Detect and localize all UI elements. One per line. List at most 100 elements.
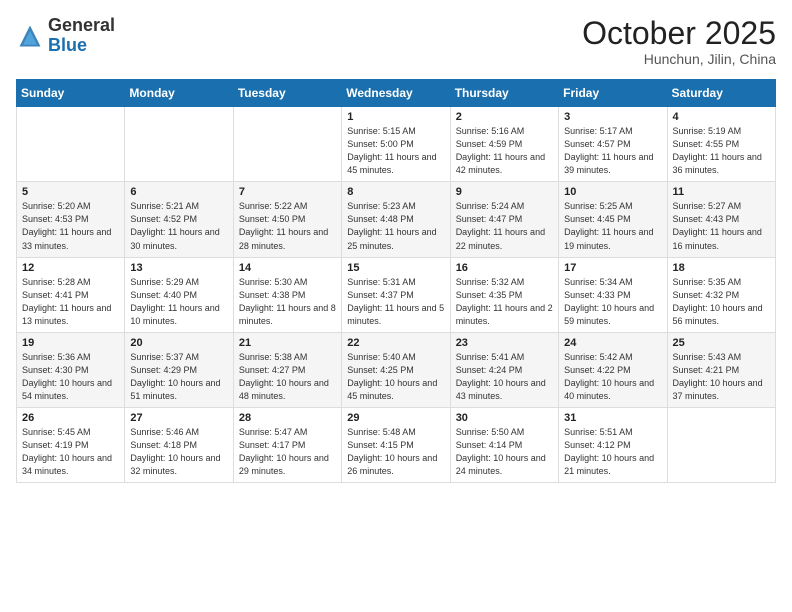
day-number: 17 bbox=[564, 262, 661, 274]
day-number: 28 bbox=[239, 412, 336, 424]
calendar-cell: 29 Sunrise: 5:48 AMSunset: 4:15 PMDaylig… bbox=[342, 407, 450, 482]
day-info: Sunrise: 5:36 AMSunset: 4:30 PMDaylight:… bbox=[22, 351, 119, 403]
day-info: Sunrise: 5:38 AMSunset: 4:27 PMDaylight:… bbox=[239, 351, 336, 403]
day-info: Sunrise: 5:20 AMSunset: 4:53 PMDaylight:… bbox=[22, 200, 119, 252]
day-info: Sunrise: 5:27 AMSunset: 4:43 PMDaylight:… bbox=[673, 200, 770, 252]
calendar-cell: 6 Sunrise: 5:21 AMSunset: 4:52 PMDayligh… bbox=[125, 182, 233, 257]
day-info: Sunrise: 5:32 AMSunset: 4:35 PMDaylight:… bbox=[456, 276, 553, 328]
day-info: Sunrise: 5:45 AMSunset: 4:19 PMDaylight:… bbox=[22, 426, 119, 478]
month-title: October 2025 bbox=[582, 16, 776, 51]
day-info: Sunrise: 5:43 AMSunset: 4:21 PMDaylight:… bbox=[673, 351, 770, 403]
calendar-cell bbox=[125, 107, 233, 182]
day-info: Sunrise: 5:17 AMSunset: 4:57 PMDaylight:… bbox=[564, 125, 661, 177]
calendar-cell: 30 Sunrise: 5:50 AMSunset: 4:14 PMDaylig… bbox=[450, 407, 558, 482]
page: General Blue October 2025 Hunchun, Jilin… bbox=[0, 0, 792, 612]
calendar-week-row-1: 5 Sunrise: 5:20 AMSunset: 4:53 PMDayligh… bbox=[17, 182, 776, 257]
calendar-cell: 3 Sunrise: 5:17 AMSunset: 4:57 PMDayligh… bbox=[559, 107, 667, 182]
logo-icon bbox=[16, 22, 44, 50]
logo: General Blue bbox=[16, 16, 115, 56]
day-number: 6 bbox=[130, 186, 227, 198]
day-info: Sunrise: 5:51 AMSunset: 4:12 PMDaylight:… bbox=[564, 426, 661, 478]
calendar-cell: 20 Sunrise: 5:37 AMSunset: 4:29 PMDaylig… bbox=[125, 332, 233, 407]
day-info: Sunrise: 5:29 AMSunset: 4:40 PMDaylight:… bbox=[130, 276, 227, 328]
day-info: Sunrise: 5:46 AMSunset: 4:18 PMDaylight:… bbox=[130, 426, 227, 478]
day-info: Sunrise: 5:42 AMSunset: 4:22 PMDaylight:… bbox=[564, 351, 661, 403]
day-number: 20 bbox=[130, 337, 227, 349]
day-number: 30 bbox=[456, 412, 553, 424]
day-number: 13 bbox=[130, 262, 227, 274]
day-number: 22 bbox=[347, 337, 444, 349]
calendar-cell: 19 Sunrise: 5:36 AMSunset: 4:30 PMDaylig… bbox=[17, 332, 125, 407]
calendar-cell: 2 Sunrise: 5:16 AMSunset: 4:59 PMDayligh… bbox=[450, 107, 558, 182]
day-info: Sunrise: 5:24 AMSunset: 4:47 PMDaylight:… bbox=[456, 200, 553, 252]
calendar-cell: 25 Sunrise: 5:43 AMSunset: 4:21 PMDaylig… bbox=[667, 332, 775, 407]
day-number: 23 bbox=[456, 337, 553, 349]
calendar-cell: 15 Sunrise: 5:31 AMSunset: 4:37 PMDaylig… bbox=[342, 257, 450, 332]
day-info: Sunrise: 5:28 AMSunset: 4:41 PMDaylight:… bbox=[22, 276, 119, 328]
calendar-cell: 16 Sunrise: 5:32 AMSunset: 4:35 PMDaylig… bbox=[450, 257, 558, 332]
calendar-cell: 31 Sunrise: 5:51 AMSunset: 4:12 PMDaylig… bbox=[559, 407, 667, 482]
col-saturday: Saturday bbox=[667, 80, 775, 107]
logo-text: General Blue bbox=[48, 16, 115, 56]
day-number: 19 bbox=[22, 337, 119, 349]
day-info: Sunrise: 5:35 AMSunset: 4:32 PMDaylight:… bbox=[673, 276, 770, 328]
col-thursday: Thursday bbox=[450, 80, 558, 107]
calendar-cell bbox=[233, 107, 341, 182]
calendar-cell: 8 Sunrise: 5:23 AMSunset: 4:48 PMDayligh… bbox=[342, 182, 450, 257]
col-monday: Monday bbox=[125, 80, 233, 107]
day-number: 27 bbox=[130, 412, 227, 424]
location-subtitle: Hunchun, Jilin, China bbox=[582, 51, 776, 67]
day-number: 8 bbox=[347, 186, 444, 198]
calendar-cell: 22 Sunrise: 5:40 AMSunset: 4:25 PMDaylig… bbox=[342, 332, 450, 407]
calendar-table: Sunday Monday Tuesday Wednesday Thursday… bbox=[16, 79, 776, 483]
calendar-cell bbox=[667, 407, 775, 482]
logo-blue: Blue bbox=[48, 35, 87, 55]
calendar-cell: 14 Sunrise: 5:30 AMSunset: 4:38 PMDaylig… bbox=[233, 257, 341, 332]
header: General Blue October 2025 Hunchun, Jilin… bbox=[16, 16, 776, 67]
day-info: Sunrise: 5:15 AMSunset: 5:00 PMDaylight:… bbox=[347, 125, 444, 177]
day-info: Sunrise: 5:25 AMSunset: 4:45 PMDaylight:… bbox=[564, 200, 661, 252]
day-number: 29 bbox=[347, 412, 444, 424]
day-info: Sunrise: 5:48 AMSunset: 4:15 PMDaylight:… bbox=[347, 426, 444, 478]
day-number: 3 bbox=[564, 111, 661, 123]
calendar-cell: 27 Sunrise: 5:46 AMSunset: 4:18 PMDaylig… bbox=[125, 407, 233, 482]
day-info: Sunrise: 5:23 AMSunset: 4:48 PMDaylight:… bbox=[347, 200, 444, 252]
calendar-cell: 5 Sunrise: 5:20 AMSunset: 4:53 PMDayligh… bbox=[17, 182, 125, 257]
day-info: Sunrise: 5:34 AMSunset: 4:33 PMDaylight:… bbox=[564, 276, 661, 328]
day-number: 16 bbox=[456, 262, 553, 274]
calendar-cell: 12 Sunrise: 5:28 AMSunset: 4:41 PMDaylig… bbox=[17, 257, 125, 332]
calendar-week-row-4: 26 Sunrise: 5:45 AMSunset: 4:19 PMDaylig… bbox=[17, 407, 776, 482]
day-info: Sunrise: 5:31 AMSunset: 4:37 PMDaylight:… bbox=[347, 276, 444, 328]
calendar-cell: 17 Sunrise: 5:34 AMSunset: 4:33 PMDaylig… bbox=[559, 257, 667, 332]
day-number: 10 bbox=[564, 186, 661, 198]
calendar-cell: 13 Sunrise: 5:29 AMSunset: 4:40 PMDaylig… bbox=[125, 257, 233, 332]
day-info: Sunrise: 5:22 AMSunset: 4:50 PMDaylight:… bbox=[239, 200, 336, 252]
logo-general: General bbox=[48, 15, 115, 35]
calendar-cell: 28 Sunrise: 5:47 AMSunset: 4:17 PMDaylig… bbox=[233, 407, 341, 482]
calendar-header-row: Sunday Monday Tuesday Wednesday Thursday… bbox=[17, 80, 776, 107]
day-info: Sunrise: 5:41 AMSunset: 4:24 PMDaylight:… bbox=[456, 351, 553, 403]
day-info: Sunrise: 5:47 AMSunset: 4:17 PMDaylight:… bbox=[239, 426, 336, 478]
day-number: 12 bbox=[22, 262, 119, 274]
day-number: 14 bbox=[239, 262, 336, 274]
day-info: Sunrise: 5:30 AMSunset: 4:38 PMDaylight:… bbox=[239, 276, 336, 328]
calendar-cell: 10 Sunrise: 5:25 AMSunset: 4:45 PMDaylig… bbox=[559, 182, 667, 257]
day-info: Sunrise: 5:37 AMSunset: 4:29 PMDaylight:… bbox=[130, 351, 227, 403]
calendar-cell: 1 Sunrise: 5:15 AMSunset: 5:00 PMDayligh… bbox=[342, 107, 450, 182]
day-number: 4 bbox=[673, 111, 770, 123]
calendar-cell: 11 Sunrise: 5:27 AMSunset: 4:43 PMDaylig… bbox=[667, 182, 775, 257]
day-info: Sunrise: 5:21 AMSunset: 4:52 PMDaylight:… bbox=[130, 200, 227, 252]
col-sunday: Sunday bbox=[17, 80, 125, 107]
col-wednesday: Wednesday bbox=[342, 80, 450, 107]
calendar-cell: 26 Sunrise: 5:45 AMSunset: 4:19 PMDaylig… bbox=[17, 407, 125, 482]
col-friday: Friday bbox=[559, 80, 667, 107]
day-number: 15 bbox=[347, 262, 444, 274]
day-number: 7 bbox=[239, 186, 336, 198]
day-info: Sunrise: 5:16 AMSunset: 4:59 PMDaylight:… bbox=[456, 125, 553, 177]
day-number: 26 bbox=[22, 412, 119, 424]
calendar-cell: 4 Sunrise: 5:19 AMSunset: 4:55 PMDayligh… bbox=[667, 107, 775, 182]
title-block: October 2025 Hunchun, Jilin, China bbox=[582, 16, 776, 67]
day-number: 18 bbox=[673, 262, 770, 274]
calendar-cell: 18 Sunrise: 5:35 AMSunset: 4:32 PMDaylig… bbox=[667, 257, 775, 332]
col-tuesday: Tuesday bbox=[233, 80, 341, 107]
